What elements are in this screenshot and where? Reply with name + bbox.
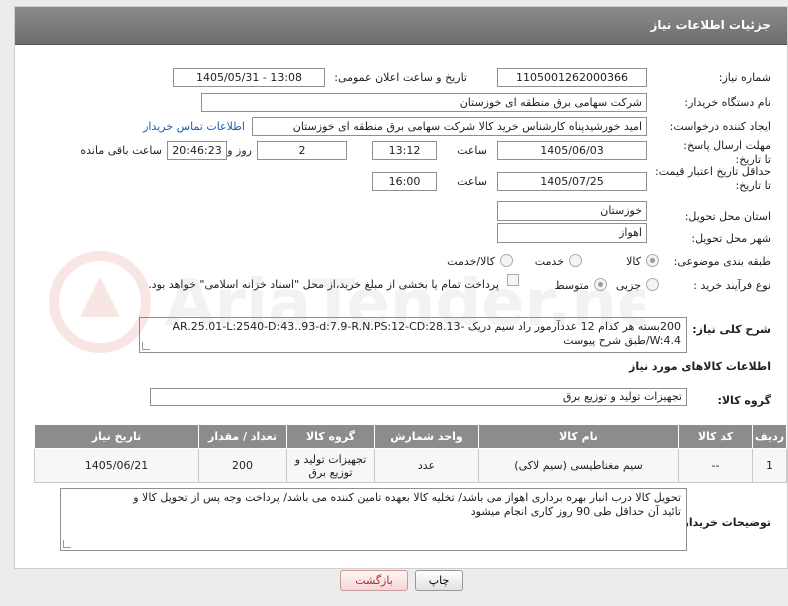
col-date: تاریخ نیاز — [34, 424, 199, 449]
need-number-field: 1105001262000366 — [497, 68, 647, 87]
buyer-desc-label: توضیحات خریدار: — [678, 516, 771, 529]
col-unit: واحد شمارش — [374, 424, 479, 449]
goods-table: ردیف کد کالا نام کالا واحد شمارش گروه کا… — [34, 424, 787, 483]
general-desc-box: 200بسته هر کدام 12 عددآرمور راد سیم دریک… — [139, 317, 687, 353]
category-option-goods-service: کالا/خدمت — [447, 255, 495, 268]
category-label: طبقه بندی موضوعی: — [673, 255, 771, 268]
buyer-desc-line1: تحویل کالا درب انبار بهره برداری اهواز م… — [133, 491, 681, 504]
general-desc-line1: 200بسته هر کدام 12 عددآرمور راد سیم دریک… — [172, 320, 681, 333]
buyer-org-field: شرکت سهامی برق منطقه ای خوزستان — [201, 93, 647, 112]
general-desc-label: شرح کلی نیاز: — [692, 323, 771, 336]
cell-group-line1: تجهیزات تولید و — [294, 452, 367, 466]
city-label: شهر محل تحویل: — [691, 232, 771, 245]
reply-deadline-label: مهلت ارسال پاسخ: تا تاریخ: — [683, 139, 771, 166]
days-label: روز و — [227, 144, 252, 157]
announce-label: تاریخ و ساعت اعلان عمومی: — [334, 71, 467, 84]
category-radio-goods[interactable] — [646, 254, 659, 267]
category-radio-service[interactable] — [569, 254, 582, 267]
back-button[interactable]: بازگشت — [340, 570, 408, 591]
buyer-org-label: نام دستگاه خریدار: — [684, 96, 771, 109]
creator-field: امید خورشیدپناه کارشناس خرید کالا شرکت س… — [252, 117, 647, 136]
price-time-label: ساعت — [457, 175, 487, 188]
creator-label: ایجاد کننده درخواست: — [669, 120, 771, 133]
col-code: کد کالا — [678, 424, 753, 449]
category-option-goods: کالا — [626, 255, 641, 268]
goods-info-title: اطلاعات کالاهای مورد نیاز — [629, 360, 771, 373]
details-panel: جزئیات اطلاعات نیاز شماره نیاز: 11050012… — [14, 6, 788, 569]
buyer-contact-link[interactable]: اطلاعات تماس خریدار — [143, 120, 245, 133]
cell-code: -- — [678, 448, 753, 483]
general-desc-line2: W:4.4/طبق شرح پیوست — [563, 334, 681, 347]
announce-field: 1405/05/31 - 13:08 — [173, 68, 325, 87]
cell-group-line2: توزیع برق — [308, 465, 353, 479]
col-name: نام کالا — [478, 424, 679, 449]
resize-handle-icon[interactable] — [142, 342, 150, 350]
treasury-payment-checkbox[interactable] — [507, 274, 519, 286]
cell-qty: 200 — [198, 448, 287, 483]
col-group: گروه کالا — [286, 424, 375, 449]
goods-group-field: تجهیزات تولید و توزیع برق — [150, 388, 687, 406]
reply-time-field: 13:12 — [372, 141, 437, 160]
goods-group-label: گروه کالا: — [717, 394, 771, 407]
process-option-minor: جزیی — [615, 279, 641, 292]
city-field: اهواز — [497, 223, 647, 243]
table-header-row: ردیف کد کالا نام کالا واحد شمارش گروه کا… — [34, 424, 787, 449]
process-option-medium: متوسط — [554, 279, 589, 292]
treasury-payment-note: پرداخت تمام یا بخشی از مبلغ خرید،از محل … — [148, 278, 499, 291]
province-field: خوزستان — [497, 201, 647, 221]
price-date-field: 1405/07/25 — [497, 172, 647, 191]
resize-handle-icon[interactable] — [63, 540, 71, 548]
remaining-time-field: 20:46:23 — [167, 141, 227, 160]
province-label: استان محل تحویل: — [684, 210, 771, 223]
panel-header: جزئیات اطلاعات نیاز — [15, 7, 787, 45]
cell-row: 1 — [752, 448, 787, 483]
col-qty: تعداد / مقدار — [198, 424, 287, 449]
need-number-label: شماره نیاز: — [718, 71, 771, 84]
cell-date: 1405/06/21 — [34, 448, 199, 483]
cell-unit: عدد — [374, 448, 479, 483]
category-radio-goods-service[interactable] — [500, 254, 513, 267]
price-validity-label: حداقل تاریخ اعتبار قیمت: تا تاریخ: — [655, 165, 771, 192]
days-field: 2 — [257, 141, 347, 160]
price-time-field: 16:00 — [372, 172, 437, 191]
table-row: 1 -- سیم مغناطیسی (سیم لاکی) عدد تجهیزات… — [34, 448, 787, 483]
process-label: نوع فرآیند خرید : — [693, 279, 771, 292]
buyer-desc-line2: تائید آن حداقل طی 90 روز کاری انجام میشو… — [470, 505, 681, 518]
process-radio-medium[interactable] — [594, 278, 607, 291]
buyer-desc-box: تحویل کالا درب انبار بهره برداری اهواز م… — [60, 488, 687, 551]
reply-date-field: 1405/06/03 — [497, 141, 647, 160]
col-row: ردیف — [752, 424, 787, 449]
panel-title: جزئیات اطلاعات نیاز — [650, 18, 771, 32]
cell-group: تجهیزات تولید و توزیع برق — [286, 448, 375, 483]
print-button[interactable]: چاپ — [415, 570, 463, 591]
cell-name: سیم مغناطیسی (سیم لاکی) — [478, 448, 679, 483]
process-radio-minor[interactable] — [646, 278, 659, 291]
reply-time-label: ساعت — [457, 144, 487, 157]
category-option-service: خدمت — [534, 255, 564, 268]
remaining-label: ساعت باقی مانده — [80, 144, 162, 157]
